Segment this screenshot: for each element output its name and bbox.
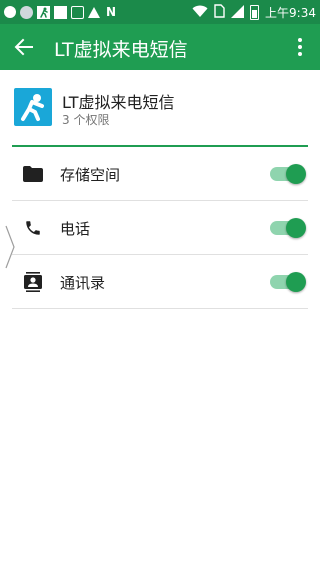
permission-label: 通讯录 bbox=[60, 274, 106, 292]
more-options-button[interactable] bbox=[288, 31, 312, 63]
notification-dot-icon bbox=[4, 6, 16, 18]
arrow-back-icon bbox=[14, 38, 33, 56]
phone-icon bbox=[22, 218, 44, 238]
permission-label: 存储空间 bbox=[60, 166, 121, 184]
n-logo-icon: N bbox=[105, 5, 117, 19]
sim-card-icon bbox=[214, 3, 225, 22]
runner-icon bbox=[21, 94, 44, 121]
status-clock: 上午9:34 bbox=[265, 5, 316, 20]
permission-row-contacts[interactable]: 通讯录 bbox=[12, 255, 308, 309]
more-vert-icon bbox=[298, 38, 302, 42]
app-icon bbox=[14, 88, 52, 126]
photo-icon bbox=[20, 5, 33, 19]
sd-card-icon bbox=[71, 5, 84, 19]
permission-label: 电话 bbox=[60, 220, 91, 238]
status-bar: N 上午9:34 bbox=[0, 0, 320, 24]
wifi-icon bbox=[192, 3, 208, 22]
square-notification-icon bbox=[54, 5, 67, 19]
warning-icon bbox=[88, 6, 100, 18]
toggle-thumb bbox=[286, 272, 306, 292]
edge-swipe-handle[interactable] bbox=[4, 224, 16, 270]
page-title: LT虚拟来电短信 bbox=[54, 39, 188, 61]
toggle-thumb bbox=[286, 164, 306, 184]
phone-toggle[interactable] bbox=[270, 218, 306, 238]
app-info-header: LT虚拟来电短信 3 个权限 bbox=[0, 70, 320, 148]
battery-icon bbox=[250, 4, 260, 20]
folder-icon bbox=[22, 164, 44, 184]
permission-count: 3 个权限 bbox=[62, 113, 110, 127]
runner-app-icon bbox=[37, 5, 50, 19]
status-bar-system: 上午9:34 bbox=[192, 3, 316, 21]
storage-toggle[interactable] bbox=[270, 164, 306, 184]
app-toolbar: LT虚拟来电短信 bbox=[0, 24, 320, 70]
app-name: LT虚拟来电短信 bbox=[62, 93, 175, 112]
signal-icon bbox=[231, 3, 245, 22]
back-button[interactable] bbox=[8, 31, 40, 63]
status-bar-notifications: N bbox=[4, 3, 118, 21]
contacts-toggle[interactable] bbox=[270, 272, 306, 292]
contacts-icon bbox=[22, 272, 44, 292]
permission-row-phone[interactable]: 电话 bbox=[12, 201, 308, 255]
permission-row-storage[interactable]: 存储空间 bbox=[12, 147, 308, 201]
toggle-thumb bbox=[286, 218, 306, 238]
